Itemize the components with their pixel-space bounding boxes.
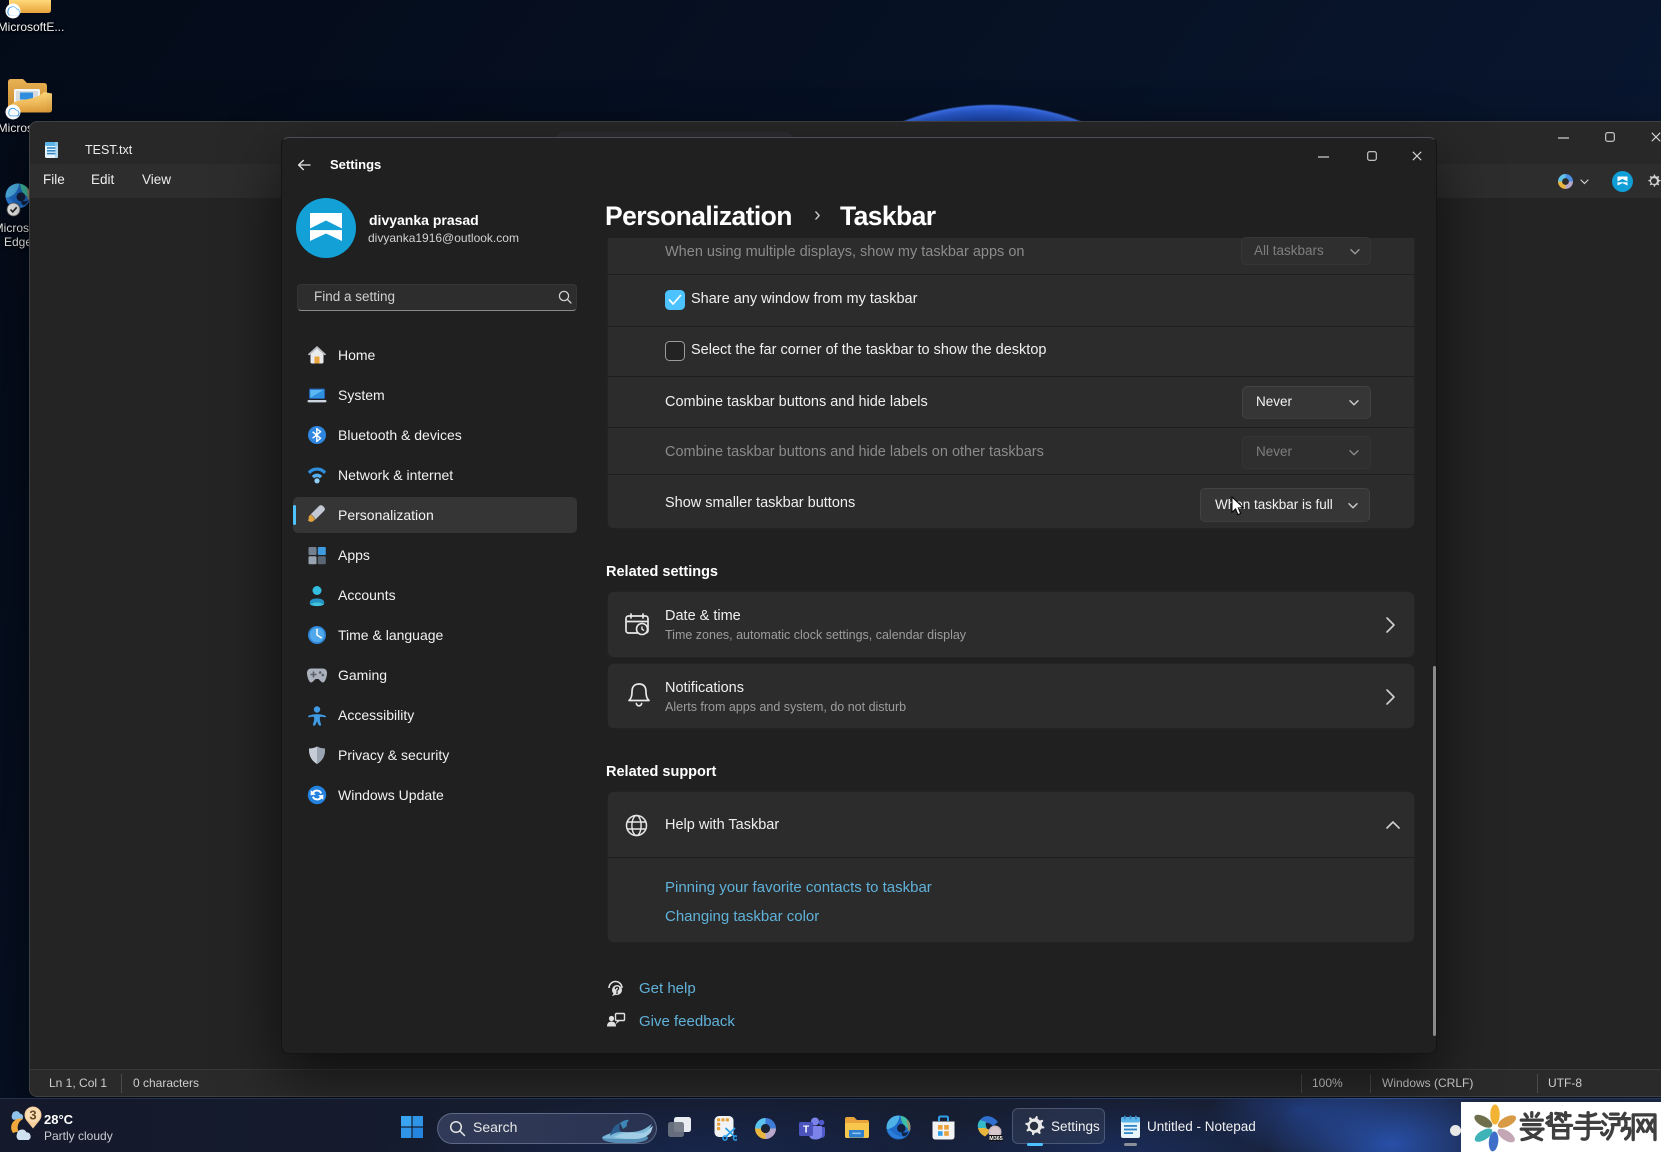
svg-text:M365: M365 [989, 1136, 1003, 1141]
svg-text:3: 3 [29, 1108, 36, 1123]
svg-text:T: T [803, 1125, 809, 1136]
